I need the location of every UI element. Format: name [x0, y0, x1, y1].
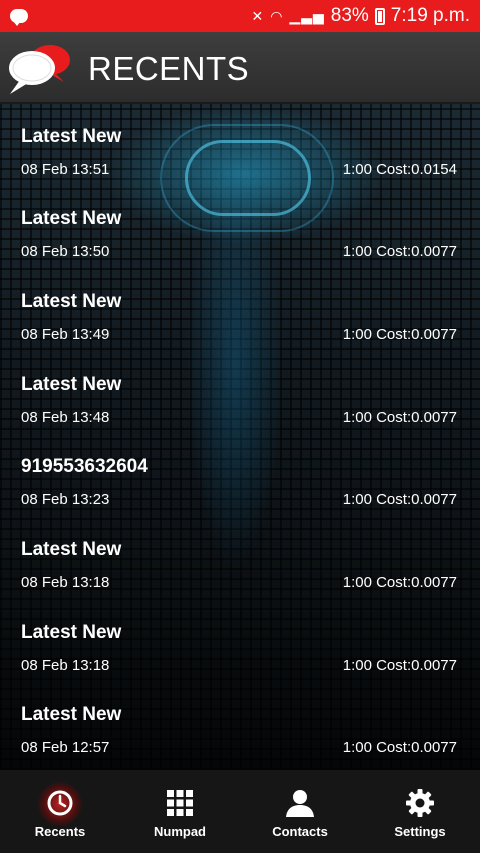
- call-date: 08 Feb 13:18: [21, 574, 110, 591]
- call-date: 08 Feb 13:51: [21, 161, 110, 178]
- list-item[interactable]: Latest New 08 Feb 13:48 1:00 Cost:0.0077: [0, 352, 480, 434]
- call-cost: 1:00 Cost:0.0077: [342, 491, 457, 508]
- call-name: Latest New: [21, 291, 122, 312]
- list-item[interactable]: Latest New 08 Feb 13:18 1:00 Cost:0.0077: [0, 600, 480, 682]
- call-name: Latest New: [21, 208, 122, 229]
- call-date: 08 Feb 13:18: [21, 657, 110, 674]
- nav-numpad[interactable]: Numpad: [120, 770, 240, 853]
- call-cost: 1:00 Cost:0.0077: [342, 409, 457, 426]
- call-date: 08 Feb 13:50: [21, 243, 110, 260]
- call-name: Latest New: [21, 374, 122, 395]
- call-name: Latest New: [21, 622, 122, 643]
- list-item[interactable]: Latest New 08 Feb 13:18 1:00 Cost:0.0077: [0, 517, 480, 599]
- page-title: RECENTS: [88, 50, 250, 87]
- call-cost: 1:00 Cost:0.0077: [342, 326, 457, 343]
- call-cost: 1:00 Cost:0.0077: [342, 739, 457, 756]
- person-icon: [286, 790, 314, 817]
- clock-icon: [47, 790, 73, 816]
- nav-label: Settings: [394, 824, 446, 839]
- call-date: 08 Feb 13:49: [21, 326, 110, 343]
- call-date: 08 Feb 13:23: [21, 491, 110, 508]
- battery-percent: 83%: [330, 5, 369, 26]
- call-cost: 1:00 Cost:0.0077: [342, 574, 457, 591]
- chat-notification-icon: [10, 9, 28, 26]
- list-item[interactable]: Latest New 08 Feb 13:49 1:00 Cost:0.0077: [0, 269, 480, 351]
- grid-icon: [167, 790, 193, 816]
- call-name: Latest New: [21, 539, 122, 560]
- list-item[interactable]: Latest New 08 Feb 13:50 1:00 Cost:0.0077: [0, 186, 480, 268]
- nav-recents[interactable]: Recents: [0, 770, 120, 853]
- status-bar: ✕ ◠ ▁▃▅ 83% 7:19 p.m.: [0, 0, 480, 32]
- speech-bubbles-icon: [9, 45, 70, 94]
- battery-icon: [374, 7, 385, 25]
- mute-icon: ✕: [251, 7, 265, 24]
- call-name: Latest New: [21, 704, 122, 725]
- list-item[interactable]: Latest New 08 Feb 12:57 1:00 Cost:0.0077: [0, 682, 480, 764]
- call-date: 08 Feb 12:57: [21, 739, 110, 756]
- call-cost: 1:00 Cost:0.0077: [342, 657, 457, 674]
- call-cost: 1:00 Cost:0.0077: [342, 243, 457, 260]
- recent-calls-list[interactable]: Latest New 08 Feb 13:51 1:00 Cost:0.0154…: [0, 104, 480, 770]
- gear-icon: [406, 789, 434, 817]
- list-item[interactable]: 919553632604 08 Feb 13:23 1:00 Cost:0.00…: [0, 434, 480, 516]
- app-bar: RECENTS: [0, 32, 480, 104]
- wifi-icon: ◠: [270, 7, 284, 24]
- list-item[interactable]: Latest New 08 Feb 13:51 1:00 Cost:0.0154: [0, 104, 480, 186]
- call-date: 08 Feb 13:48: [21, 409, 110, 426]
- nav-label: Recents: [34, 824, 86, 839]
- call-cost: 1:00 Cost:0.0154: [342, 161, 457, 178]
- status-indicators: ✕ ◠ ▁▃▅ 83% 7:19 p.m.: [251, 5, 470, 27]
- bottom-nav: Recents Numpad Contacts Settings: [0, 770, 480, 853]
- call-name: 919553632604: [21, 456, 148, 477]
- call-name: Latest New: [21, 126, 122, 147]
- clock-time: 7:19 p.m.: [390, 5, 470, 26]
- nav-settings[interactable]: Settings: [360, 770, 480, 853]
- signal-icon: ▁▃▅: [289, 7, 325, 24]
- nav-label: Numpad: [154, 824, 206, 839]
- nav-label: Contacts: [272, 824, 328, 839]
- nav-contacts[interactable]: Contacts: [240, 770, 360, 853]
